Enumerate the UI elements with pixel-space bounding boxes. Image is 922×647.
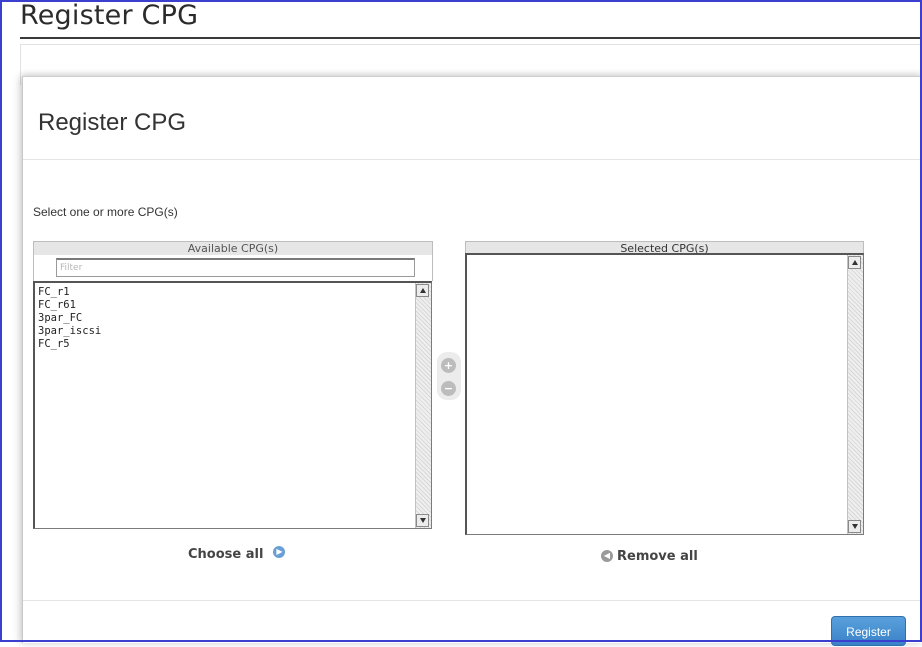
available-cpgs-header: Available CPG(s) <box>33 241 433 256</box>
right-arrow-circle-icon: ▶ <box>273 545 286 558</box>
choose-all-label: Choose all <box>188 547 264 562</box>
scroll-up-icon <box>420 288 426 293</box>
list-item[interactable]: FC_r61 <box>38 299 101 312</box>
dialog-footer <box>23 600 922 644</box>
title-divider <box>20 37 922 39</box>
move-buttons: + − <box>437 352 461 400</box>
available-scrollbar[interactable] <box>415 283 431 528</box>
remove-all-label: Remove all <box>617 549 698 564</box>
scroll-down-button[interactable] <box>416 514 429 527</box>
dialog-header: Register CPG <box>23 77 922 160</box>
list-item[interactable]: FC_r1 <box>38 286 101 299</box>
minus-circle-icon[interactable]: − <box>441 381 456 396</box>
selected-scrollbar[interactable] <box>847 255 863 534</box>
list-item[interactable]: 3par_FC <box>38 312 101 325</box>
scroll-up-icon <box>852 260 858 265</box>
register-cpg-dialog: Register CPG Select one or more CPG(s) A… <box>22 76 922 646</box>
selected-cpgs-list[interactable] <box>465 253 864 535</box>
dialog-title: Register CPG <box>38 109 187 136</box>
scroll-up-button[interactable] <box>848 256 861 269</box>
remove-all-button[interactable]: ◀ Remove all <box>601 549 698 564</box>
left-arrow-circle-icon: ◀ <box>601 549 613 562</box>
plus-circle-icon[interactable]: + <box>441 358 456 373</box>
filter-row <box>33 255 433 281</box>
filter-input[interactable] <box>56 258 415 277</box>
instruction-text: Select one or more CPG(s) <box>33 205 178 219</box>
scroll-down-button[interactable] <box>848 520 861 533</box>
scroll-down-icon <box>852 524 858 529</box>
page-title: Register CPG <box>20 0 199 31</box>
available-cpgs-list[interactable]: FC_r1 FC_r61 3par_FC 3par_iscsi FC_r5 <box>33 281 432 529</box>
list-item[interactable]: FC_r5 <box>38 338 101 351</box>
scroll-down-icon <box>420 518 426 523</box>
scroll-up-button[interactable] <box>416 284 429 297</box>
choose-all-button[interactable]: Choose all ▶ <box>188 545 286 562</box>
list-item[interactable]: 3par_iscsi <box>38 325 101 338</box>
available-items: FC_r1 FC_r61 3par_FC 3par_iscsi FC_r5 <box>38 286 101 351</box>
